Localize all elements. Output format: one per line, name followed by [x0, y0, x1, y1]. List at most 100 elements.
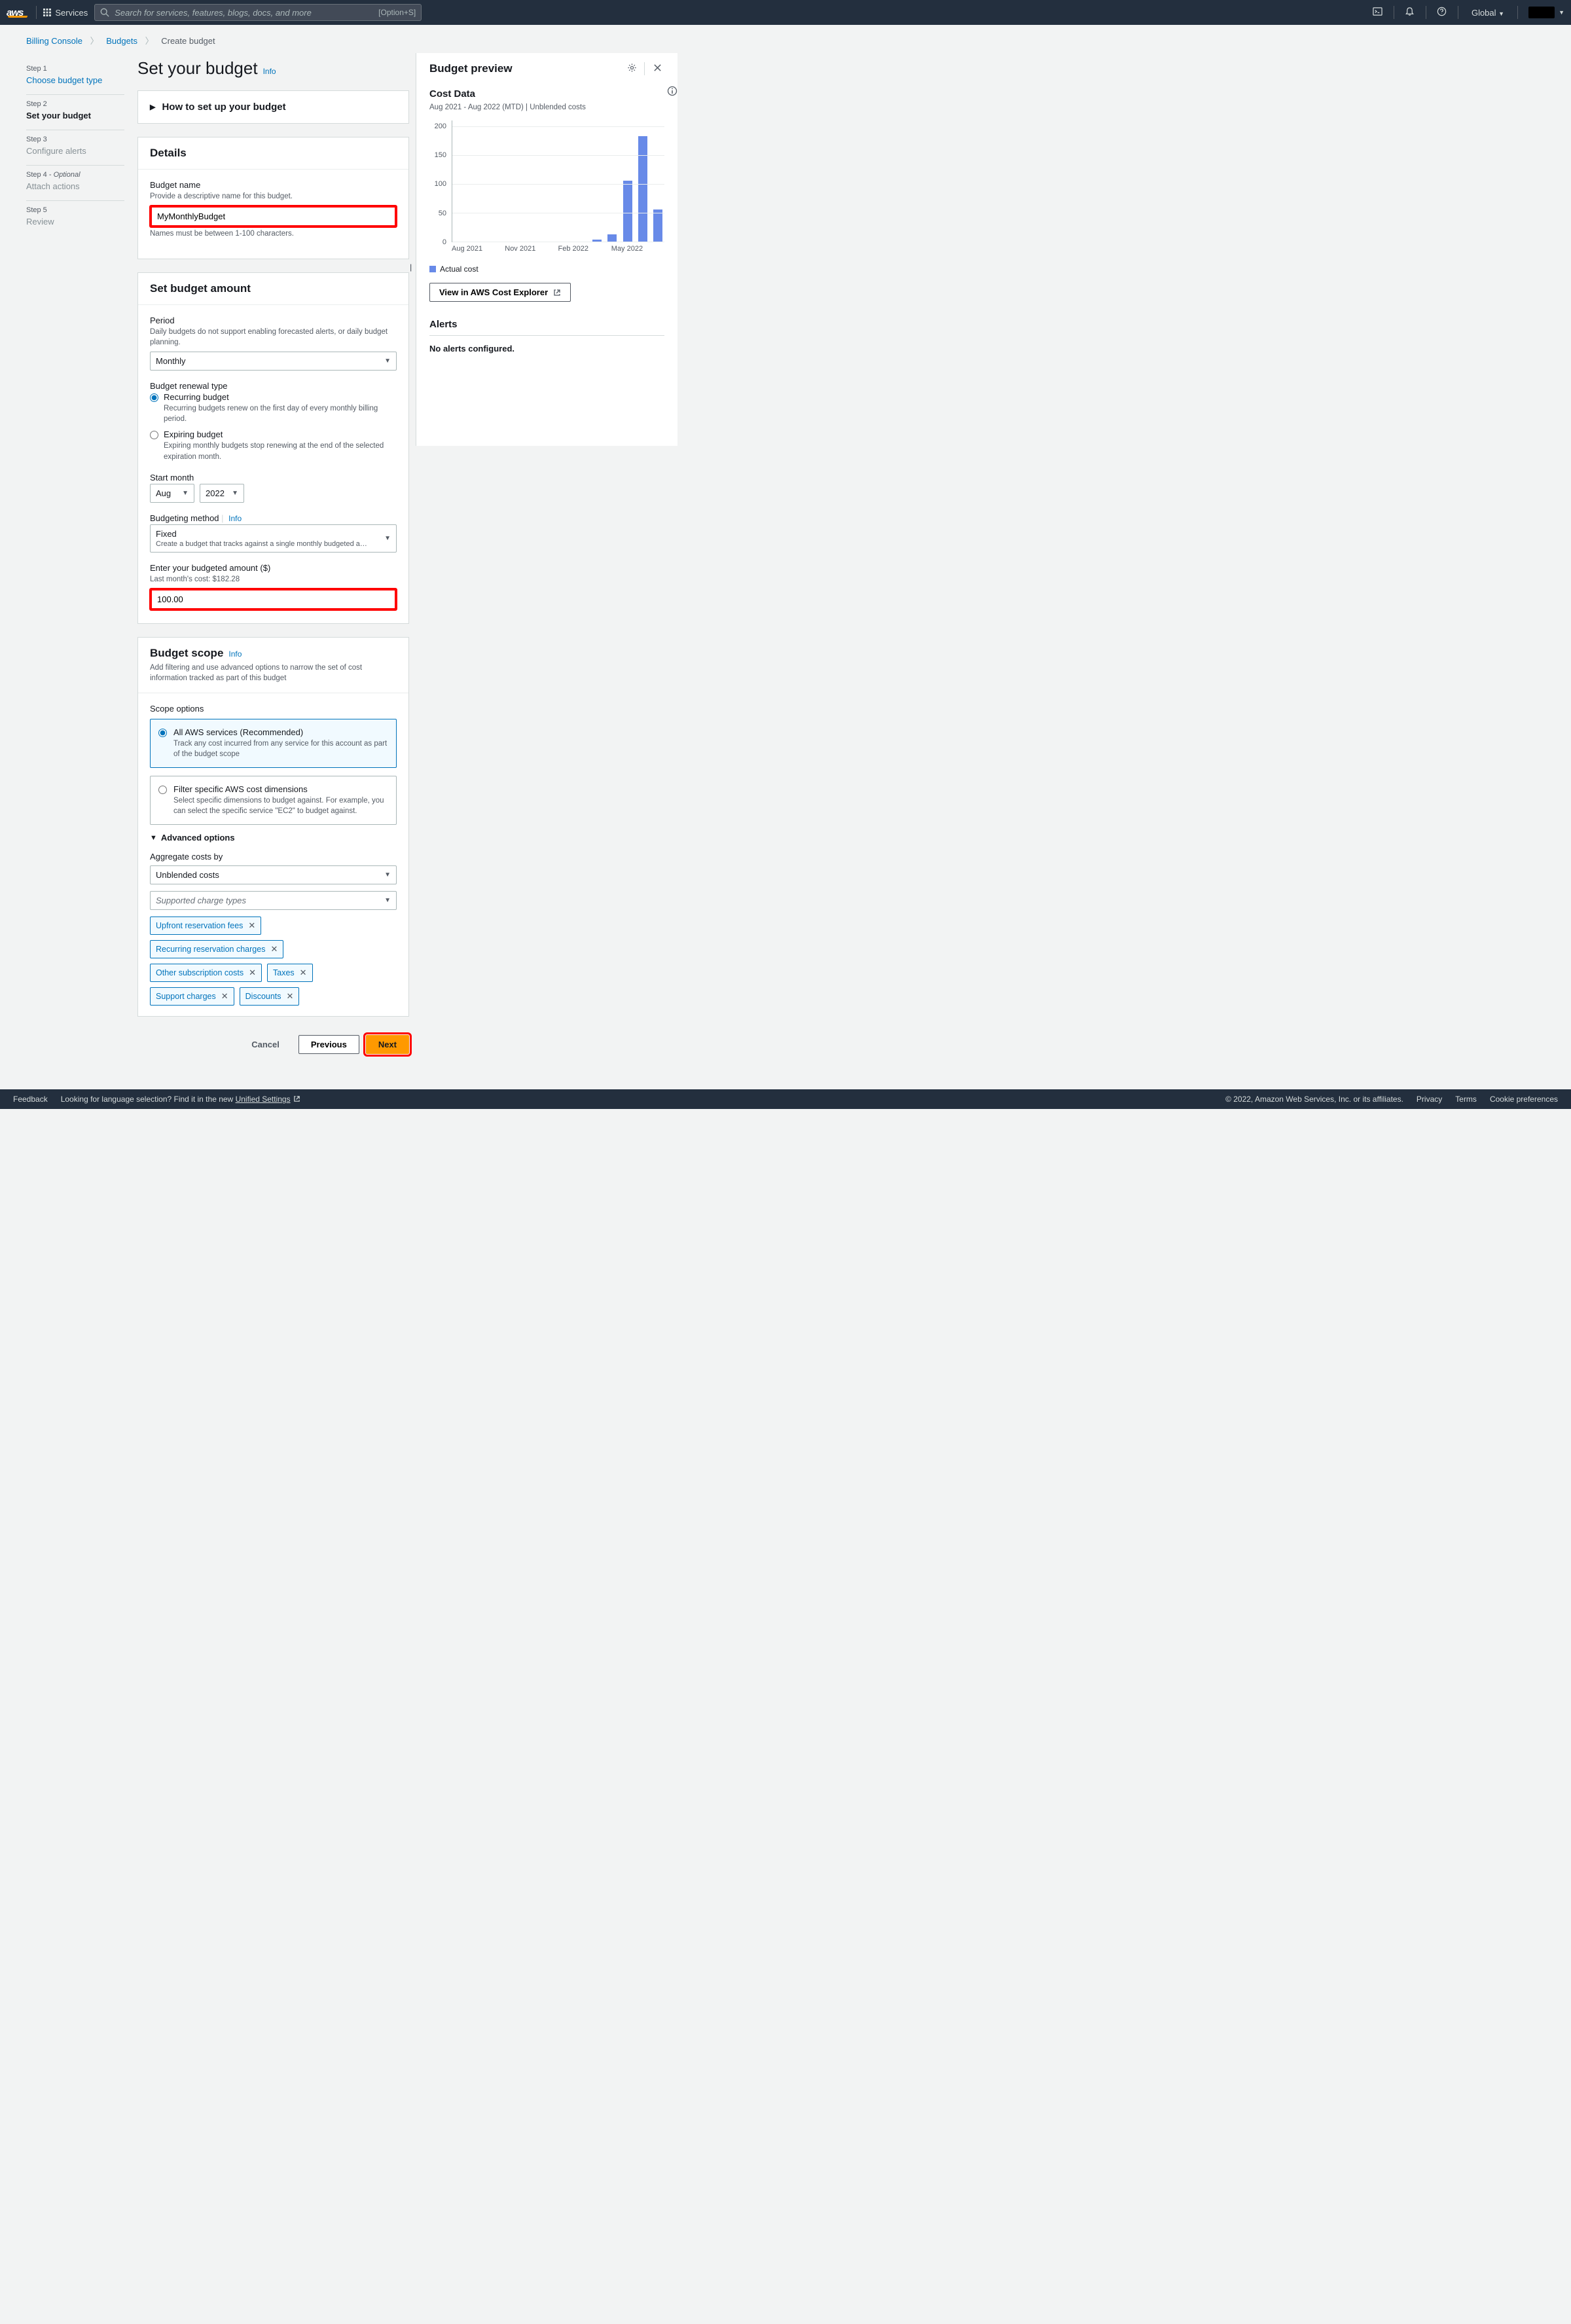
gear-icon[interactable] [624, 63, 639, 75]
charge-types-select[interactable]: Supported charge types ▼ [150, 891, 397, 910]
howto-toggle[interactable]: ▶ How to set up your budget [138, 91, 408, 123]
unified-settings-link[interactable]: Unified Settings [236, 1095, 300, 1104]
notifications-icon[interactable] [1401, 7, 1419, 18]
cookie-link[interactable]: Cookie preferences [1490, 1095, 1558, 1104]
start-month-label: Start month [150, 473, 397, 482]
budget-name-label: Budget name [150, 180, 397, 190]
chevron-right-icon: 〉 [145, 36, 154, 46]
wizard-buttons: Cancel Previous Next [137, 1030, 409, 1067]
scope-filter-option[interactable]: Filter specific AWS cost dimensions Sele… [150, 776, 397, 825]
caret-down-icon[interactable]: ▼ [1559, 9, 1564, 16]
region-selector[interactable]: Global ▼ [1465, 8, 1511, 18]
breadcrumb-current: Create budget [161, 36, 215, 46]
step-1[interactable]: Step 1 Choose budget type [26, 60, 124, 95]
account-menu[interactable] [1528, 7, 1555, 18]
caret-down-icon: ▼ [384, 357, 391, 365]
expiring-radio[interactable]: Expiring budget Expiring monthly budgets… [150, 429, 397, 462]
scope-heading: Budget scopeInfo [150, 647, 397, 660]
preview-title: Budget preview [429, 62, 624, 75]
alerts-empty: No alerts configured. [429, 344, 664, 354]
remove-token-icon[interactable]: ✕ [300, 968, 307, 978]
privacy-link[interactable]: Privacy [1417, 1095, 1442, 1104]
cloudshell-icon[interactable] [1369, 7, 1387, 18]
search-placeholder: Search for services, features, blogs, do… [115, 8, 378, 18]
chart-bar [623, 181, 632, 242]
details-heading: Details [150, 147, 397, 160]
copyright: © 2022, Amazon Web Services, Inc. or its… [1225, 1095, 1403, 1104]
services-menu[interactable]: Services [43, 8, 88, 18]
chart-bar [638, 136, 647, 242]
caret-down-icon: ▼ [384, 871, 391, 879]
triangle-right-icon: ▶ [150, 103, 155, 111]
step-2: Step 2 Set your budget [26, 95, 124, 130]
remove-token-icon[interactable]: ✕ [287, 991, 294, 1002]
breadcrumb-budgets[interactable]: Budgets [106, 36, 137, 46]
wizard-steps: Step 1 Choose budget type Step 2 Set you… [0, 53, 137, 236]
footer: Feedback Looking for language selection?… [0, 1089, 1571, 1109]
aws-logo[interactable]: aws [7, 7, 29, 18]
recurring-radio[interactable]: Recurring budget Recurring budgets renew… [150, 392, 397, 424]
caret-down-icon: ▼ [384, 897, 391, 904]
triangle-down-icon: ▼ [150, 834, 157, 842]
remove-token-icon[interactable]: ✕ [270, 944, 278, 954]
step-4: Step 4 - Optional Attach actions [26, 166, 124, 201]
view-cost-explorer-button[interactable]: View in AWS Cost Explorer [429, 283, 571, 302]
advanced-options-toggle[interactable]: ▼ Advanced options [150, 833, 397, 843]
chevron-right-icon: 〉 [90, 36, 99, 46]
period-select[interactable]: Monthly ▼ [150, 352, 397, 371]
breadcrumb-billing[interactable]: Billing Console [26, 36, 82, 46]
caret-down-icon: ▼ [1498, 10, 1504, 17]
next-button[interactable]: Next [366, 1035, 409, 1054]
feedback-link[interactable]: Feedback [13, 1095, 48, 1104]
details-panel: Details Budget name Provide a descriptiv… [137, 137, 409, 259]
nav-divider [36, 6, 37, 19]
howto-panel: ▶ How to set up your budget [137, 90, 409, 124]
budget-name-input[interactable] [150, 206, 397, 227]
scope-all-option[interactable]: All AWS services (Recommended) Track any… [150, 719, 397, 768]
method-info-link[interactable]: Info [228, 514, 242, 523]
renewal-label: Budget renewal type [150, 381, 397, 391]
budget-preview-panel: Budget preview Cost Data Aug 2021 - Aug … [416, 53, 677, 446]
chart-bar [607, 234, 617, 242]
aggregate-select[interactable]: Unblended costs ▼ [150, 865, 397, 884]
external-link-icon [293, 1095, 300, 1102]
charge-type-token: Taxes✕ [267, 964, 313, 982]
cancel-button[interactable]: Cancel [239, 1035, 292, 1054]
info-icon[interactable] [667, 86, 679, 98]
amount-panel: Set budget amount Period Daily budgets d… [137, 272, 409, 624]
info-link[interactable]: Info [263, 67, 276, 76]
caret-down-icon: ▼ [384, 535, 391, 542]
caret-down-icon: ▼ [232, 490, 238, 497]
previous-button[interactable]: Previous [298, 1035, 359, 1054]
region-label: Global [1472, 8, 1496, 18]
help-icon[interactable] [1433, 7, 1451, 18]
search-hint: [Option+S] [378, 8, 416, 17]
scope-options-label: Scope options [150, 704, 397, 714]
close-icon[interactable] [650, 64, 664, 74]
remove-token-icon[interactable]: ✕ [248, 920, 255, 931]
global-search[interactable]: Search for services, features, blogs, do… [94, 4, 422, 21]
charge-type-token: Upfront reservation fees✕ [150, 917, 261, 935]
alerts-heading: Alerts [429, 319, 664, 336]
charge-type-token: Other subscription costs✕ [150, 964, 262, 982]
search-icon [100, 8, 109, 17]
amount-heading: Set budget amount [150, 282, 397, 295]
page-title: Set your budgetInfo [137, 58, 409, 79]
start-year-select[interactable]: 2022▼ [200, 484, 244, 503]
start-month-select[interactable]: Aug▼ [150, 484, 194, 503]
scope-info-link[interactable]: Info [228, 649, 242, 659]
terms-link[interactable]: Terms [1455, 1095, 1477, 1104]
external-link-icon [553, 289, 561, 297]
scope-panel: Budget scopeInfo Add filtering and use a… [137, 637, 409, 1017]
legend-swatch [429, 266, 436, 272]
breadcrumb: Billing Console 〉 Budgets 〉 Create budge… [0, 25, 1571, 53]
aggregate-label: Aggregate costs by [150, 852, 397, 862]
budget-amount-input[interactable] [150, 589, 397, 610]
method-select[interactable]: Fixed Create a budget that tracks agains… [150, 524, 397, 553]
step-3: Step 3 Configure alerts [26, 130, 124, 166]
grid-icon [43, 9, 51, 16]
remove-token-icon[interactable]: ✕ [249, 968, 256, 978]
remove-token-icon[interactable]: ✕ [221, 991, 228, 1002]
top-navbar: aws Services Search for services, featur… [0, 0, 1571, 25]
caret-down-icon: ▼ [182, 490, 189, 497]
